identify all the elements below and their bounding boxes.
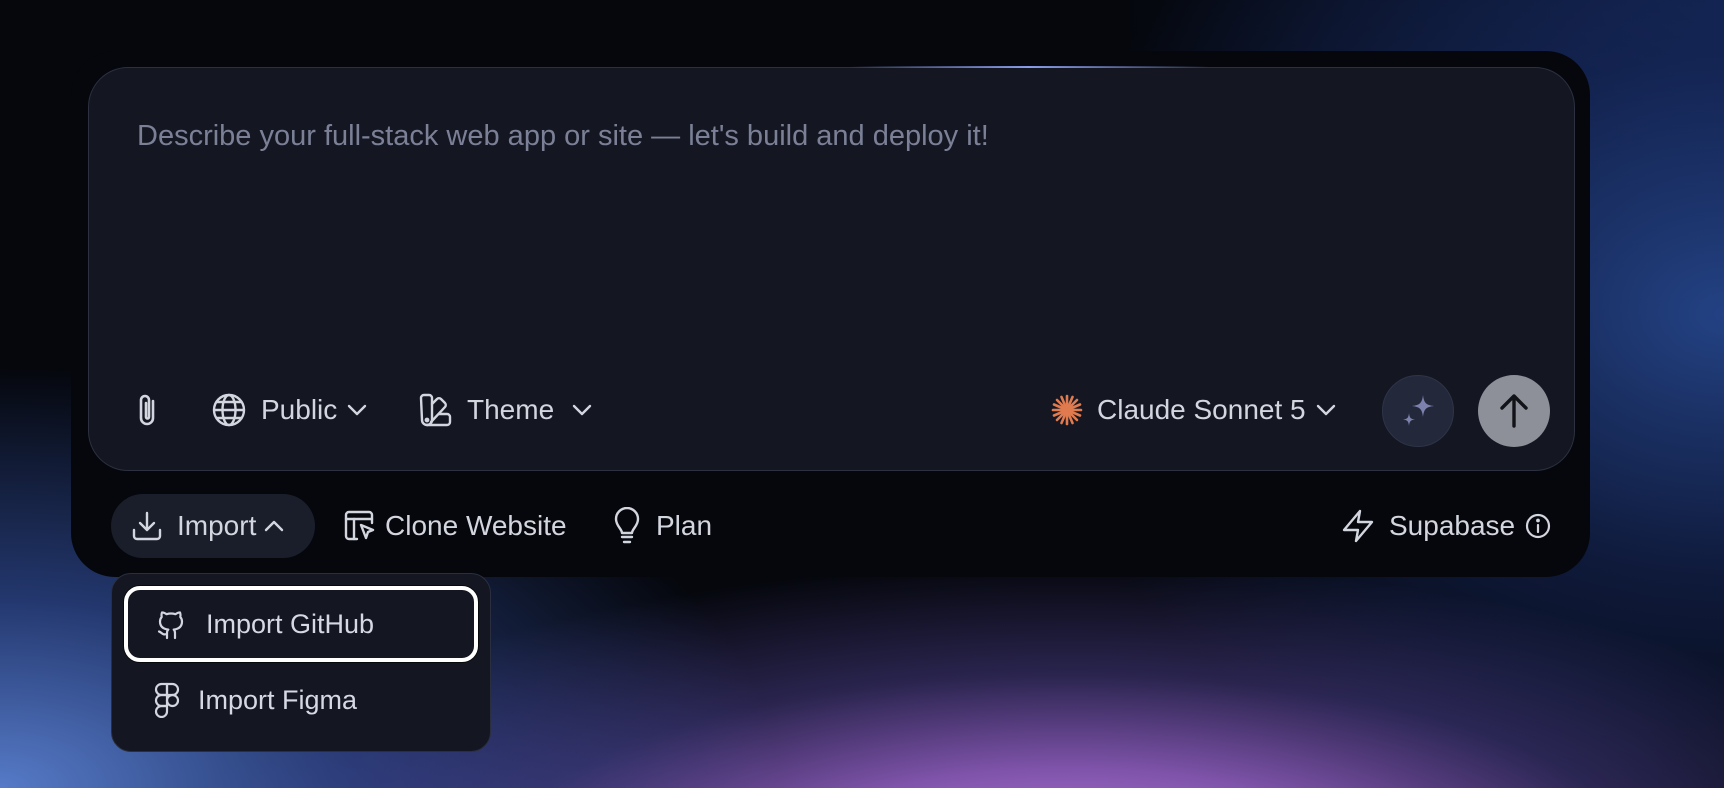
info-icon[interactable] xyxy=(1525,513,1551,539)
import-menu: Import GitHub Import Figma xyxy=(111,573,491,752)
chevron-down-icon xyxy=(347,404,367,416)
plan-label: Plan xyxy=(656,510,713,541)
import-github-item[interactable]: Import GitHub xyxy=(124,586,478,662)
download-icon xyxy=(131,510,163,542)
visibility-label: Public xyxy=(261,394,338,425)
globe-icon xyxy=(211,392,247,428)
paperclip-icon xyxy=(133,391,163,429)
send-button[interactable] xyxy=(1478,375,1550,447)
clone-website-button[interactable]: Clone Website xyxy=(343,506,567,546)
import-button[interactable]: Import xyxy=(111,494,315,558)
browser-cursor-icon xyxy=(343,509,377,543)
sparkles-icon xyxy=(1398,391,1438,431)
model-label: Claude Sonnet 5 xyxy=(1097,394,1306,425)
visibility-selector[interactable]: Public xyxy=(211,390,381,430)
prompt-input[interactable] xyxy=(137,120,1517,340)
theme-selector[interactable]: Theme xyxy=(417,390,606,430)
plan-button[interactable]: Plan xyxy=(612,506,712,546)
import-github-label: Import GitHub xyxy=(206,608,375,639)
figma-icon xyxy=(154,682,180,718)
claude-starburst-icon xyxy=(1051,394,1083,426)
enhance-prompt-button[interactable] xyxy=(1382,375,1454,447)
github-icon xyxy=(154,607,188,641)
chevron-down-icon xyxy=(1316,404,1336,416)
import-figma-item[interactable]: Import Figma xyxy=(124,662,478,738)
theme-label: Theme xyxy=(467,394,555,425)
model-selector[interactable]: Claude Sonnet 5 xyxy=(1051,390,1350,430)
chevron-up-icon xyxy=(264,520,284,532)
clone-website-label: Clone Website xyxy=(385,510,567,541)
swatch-book-icon xyxy=(417,392,453,428)
supabase-label: Supabase xyxy=(1389,510,1516,541)
attach-button[interactable] xyxy=(133,390,169,430)
import-label: Import xyxy=(177,510,257,541)
prompt-box: Public Theme xyxy=(88,66,1575,471)
arrow-up-icon xyxy=(1498,393,1530,429)
supabase-button[interactable]: Supabase xyxy=(1341,506,1551,546)
lightbulb-icon xyxy=(612,507,642,545)
import-figma-label: Import Figma xyxy=(198,684,358,715)
supabase-bolt-icon xyxy=(1341,508,1375,544)
chevron-down-icon xyxy=(572,404,592,416)
